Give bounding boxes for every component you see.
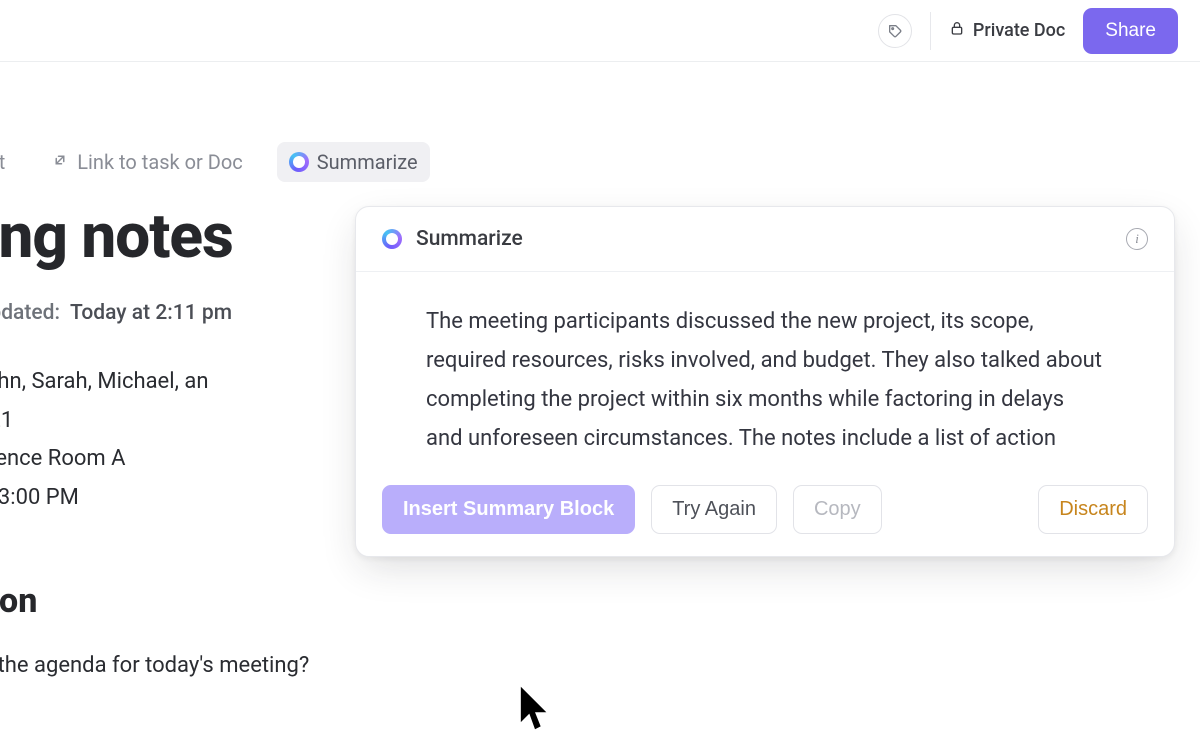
summarize-tool[interactable]: Summarize — [277, 142, 430, 182]
ai-icon — [289, 152, 309, 172]
top-bar: Private Doc Share — [0, 0, 1200, 62]
section-heading: rsation — [0, 581, 1200, 621]
popover-actions: Insert Summary Block Try Again Copy Disc… — [356, 471, 1174, 556]
link-tool[interactable]: Link to task or Doc — [39, 142, 254, 182]
privacy-toggle[interactable]: Private Doc — [949, 20, 1065, 41]
participants-value: John, Sarah, Michael, an — [0, 369, 208, 394]
try-again-button[interactable]: Try Again — [651, 485, 777, 534]
lock-icon — [949, 20, 965, 41]
info-icon[interactable]: i — [1126, 228, 1148, 250]
link-arrows-icon — [51, 150, 69, 174]
summarize-label: Summarize — [317, 150, 418, 174]
discard-button[interactable]: Discard — [1038, 485, 1148, 534]
tag-icon[interactable] — [878, 14, 912, 48]
privacy-label: Private Doc — [973, 20, 1065, 41]
mouse-cursor-icon — [518, 683, 552, 733]
summary-text: The meeting participants discussed the n… — [356, 272, 1174, 471]
popover-header: Summarize i — [356, 207, 1174, 272]
summarize-popover: Summarize i The meeting participants dis… — [355, 206, 1175, 557]
share-button[interactable]: Share — [1083, 8, 1178, 54]
conversation-line: what's the agenda for today's meeting? — [0, 653, 1200, 678]
comment-label: mment — [0, 150, 5, 174]
copy-button[interactable]: Copy — [793, 485, 882, 534]
link-label: Link to task or Doc — [77, 150, 242, 174]
popover-title: Summarize — [416, 227, 523, 251]
doc-toolbar: mment Link to task or Doc Summarize — [0, 142, 1200, 182]
insert-summary-button[interactable]: Insert Summary Block — [382, 485, 635, 534]
comment-tool[interactable]: mment — [0, 142, 17, 182]
divider — [930, 12, 931, 50]
last-updated-key: Last Updated: — [0, 301, 60, 325]
ai-icon — [382, 229, 402, 249]
last-updated-value: Today at 2:11 pm — [70, 301, 232, 325]
